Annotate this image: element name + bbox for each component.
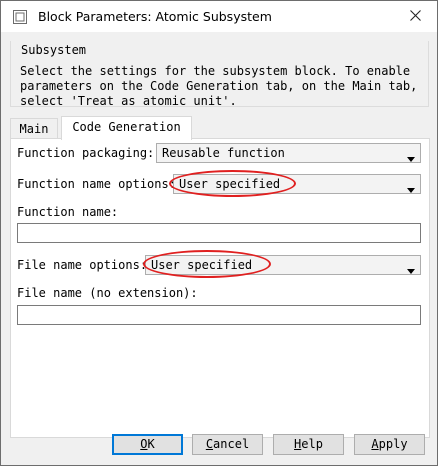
apply-mnemonic: A — [371, 437, 379, 451]
help-button[interactable]: Help — [273, 434, 344, 455]
button-bar: OK Cancel Help Apply — [1, 432, 437, 467]
close-icon — [409, 9, 421, 24]
window-title: Block Parameters: Atomic Subsystem — [38, 9, 272, 24]
ok-mnemonic: O — [140, 437, 148, 451]
close-button[interactable] — [393, 1, 437, 32]
help-label: elp — [301, 437, 323, 451]
chevron-down-icon — [407, 263, 415, 277]
chevron-down-icon — [407, 151, 415, 165]
function-packaging-value: Reusable function — [162, 146, 285, 160]
function-packaging-label: Function packaging: — [17, 146, 155, 160]
function-name-options-value: User specified — [179, 177, 281, 191]
title-bar: Block Parameters: Atomic Subsystem — [1, 1, 437, 32]
function-name-input[interactable] — [17, 223, 421, 243]
ok-label: K — [147, 437, 155, 451]
file-name-label: File name (no extension): — [17, 286, 198, 300]
tab-main[interactable]: Main — [10, 118, 58, 139]
file-name-input[interactable] — [17, 305, 421, 325]
function-name-label: Function name: — [17, 205, 119, 219]
ok-button[interactable]: OK — [112, 434, 183, 455]
subsystem-group: Subsystem Select the settings for the su… — [10, 41, 429, 108]
apply-label: pply — [378, 437, 408, 451]
cancel-button[interactable]: Cancel — [192, 434, 263, 455]
group-title: Subsystem — [20, 43, 88, 57]
tab-code-generation[interactable]: Code Generation — [61, 116, 192, 140]
apply-button[interactable]: Apply — [354, 434, 425, 455]
cancel-mnemonic: C — [205, 437, 214, 451]
function-name-options-label: Function name options: — [17, 177, 176, 191]
function-name-options-select[interactable]: User specified — [173, 174, 421, 194]
file-name-options-label: File name options: — [17, 258, 148, 272]
code-generation-panel: Function packaging: Reusable function Fu… — [10, 138, 430, 438]
chevron-down-icon — [407, 182, 415, 196]
simulink-block-icon — [13, 10, 27, 24]
dialog-content: Subsystem Select the settings for the su… — [1, 32, 437, 465]
file-name-options-value: User specified — [151, 258, 253, 272]
function-packaging-select[interactable]: Reusable function — [156, 143, 421, 163]
cancel-label: ancel — [213, 437, 250, 451]
group-description: Select the settings for the subsystem bl… — [20, 64, 418, 108]
file-name-options-select[interactable]: User specified — [145, 255, 421, 275]
block-parameters-dialog: Block Parameters: Atomic Subsystem Subsy… — [0, 0, 438, 466]
